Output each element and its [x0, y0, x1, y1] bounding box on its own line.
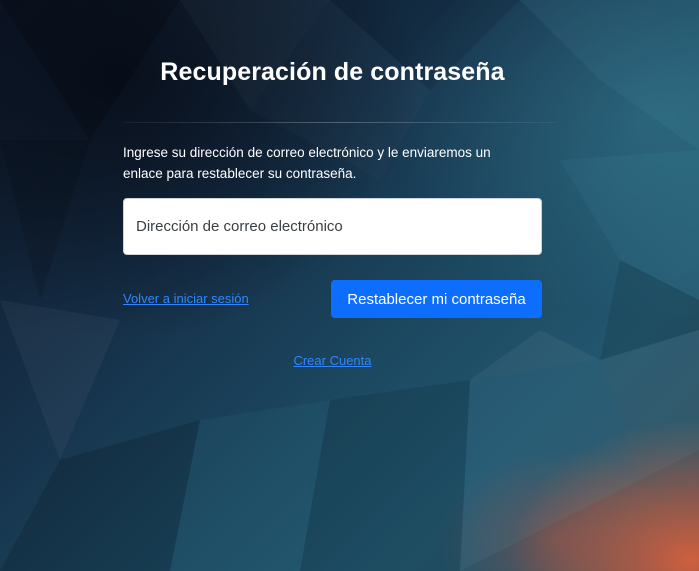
email-field[interactable]: [123, 198, 542, 255]
create-account-row: Crear Cuenta: [123, 353, 542, 368]
instructions-text: Ingrese su dirección de correo electróni…: [123, 145, 491, 181]
back-to-login-link[interactable]: Volver a iniciar sesión: [123, 291, 249, 306]
page-title: Recuperación de contraseña: [160, 58, 505, 86]
title-divider: [123, 122, 556, 123]
reset-password-button[interactable]: Restablecer mi contraseña: [331, 280, 542, 318]
create-account-link[interactable]: Crear Cuenta: [293, 353, 371, 368]
